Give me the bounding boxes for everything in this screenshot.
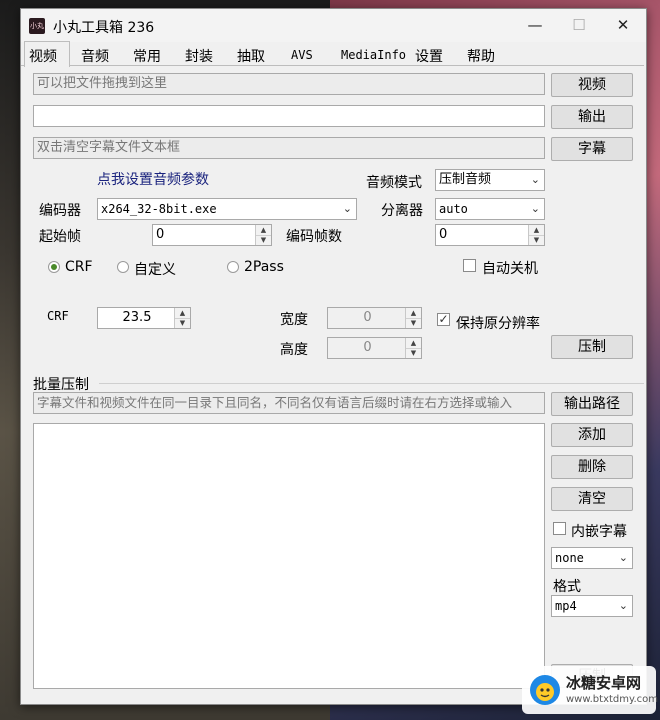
add-button[interactable]: 添加 — [551, 423, 633, 447]
arrow-down-icon[interactable]: ▼ — [529, 235, 544, 245]
demuxer-value: auto — [439, 202, 468, 216]
crf-label: CRF — [47, 309, 69, 323]
batch-subtitle-hint-field[interactable]: 字幕文件和视频文件在同一目录下且同名，不同名仅有语言后缀时请在右方选择或输入 — [33, 392, 545, 414]
chevron-down-icon: ⌄ — [618, 599, 628, 612]
chevron-down-icon: ⌄ — [342, 202, 352, 215]
mode-2pass-radio[interactable] — [227, 261, 239, 273]
encoder-label: 编码器 — [39, 203, 81, 219]
demuxer-select[interactable]: auto ⌄ — [435, 198, 545, 220]
chevron-down-icon: ⌄ — [530, 173, 540, 186]
stepper-buttons: ▲ ▼ — [255, 225, 271, 245]
arrow-down-icon[interactable]: ▼ — [406, 348, 421, 358]
app-icon: 小丸 — [29, 18, 45, 34]
tab-mediainfo[interactable]: MediaInfo — [341, 48, 406, 62]
embed-subtitle-checkbox[interactable] — [553, 522, 566, 535]
format-label: 格式 — [553, 579, 581, 595]
clear-button[interactable]: 清空 — [551, 487, 633, 511]
minimize-icon[interactable]: — — [513, 9, 557, 42]
keep-resolution-label: 保持原分辨率 — [456, 316, 540, 332]
arrow-down-icon[interactable]: ▼ — [175, 318, 190, 328]
subtitle-language-select[interactable]: none ⌄ — [551, 547, 633, 569]
audio-mode-value: 压制音频 — [439, 172, 492, 187]
watermark-url: www.btxtdmy.com — [566, 694, 659, 705]
tab-video[interactable]: 视频 — [29, 46, 57, 66]
mode-custom-radio[interactable] — [117, 261, 129, 273]
embed-subtitle-label: 内嵌字幕 — [571, 524, 627, 540]
encode-button[interactable]: 压制 — [551, 335, 633, 359]
output-file-field[interactable] — [33, 105, 545, 127]
batch-file-list[interactable] — [33, 423, 545, 689]
encode-frames-label: 编码帧数 — [286, 229, 342, 245]
tab-mux[interactable]: 封装 — [185, 46, 213, 66]
height-label: 高度 — [280, 342, 308, 358]
encoder-select[interactable]: x264_32-8bit.exe ⌄ — [97, 198, 357, 220]
start-frame-value: 0 — [156, 227, 165, 242]
tab-settings[interactable]: 设置 — [415, 46, 443, 66]
mode-custom-label: 自定义 — [134, 262, 176, 278]
encoder-value: x264_32-8bit.exe — [101, 202, 217, 216]
output-path-button[interactable]: 输出路径 — [551, 392, 633, 416]
auto-shutdown-label: 自动关机 — [482, 261, 538, 277]
output-button[interactable]: 输出 — [551, 105, 633, 129]
start-frame-label: 起始帧 — [39, 229, 81, 245]
arrow-down-icon[interactable]: ▼ — [406, 318, 421, 328]
start-frame-stepper[interactable]: 0 ▲ ▼ — [152, 224, 272, 246]
tab-extract[interactable]: 抽取 — [237, 46, 265, 66]
encode-frames-stepper[interactable]: 0 ▲ ▼ — [435, 224, 545, 246]
tab-audio[interactable]: 音频 — [81, 46, 109, 66]
maximize-icon[interactable]: ☐ — [557, 9, 601, 42]
video-button[interactable]: 视频 — [551, 73, 633, 97]
tab-bar: 视频 音频 常用 封装 抽取 AVS MediaInfo 设置 帮助 — [21, 43, 646, 65]
audio-mode-select[interactable]: 压制音频 ⌄ — [435, 169, 545, 191]
crf-value: 23.5 — [122, 310, 152, 325]
format-value: mp4 — [555, 599, 577, 613]
title-bar[interactable]: 小丸 小丸工具箱 236 — ☐ ✕ — [21, 9, 646, 42]
window-title: 小丸工具箱 236 — [53, 20, 155, 36]
crf-stepper[interactable]: 23.5 ▲ ▼ — [97, 307, 191, 329]
subtitle-language-value: none — [555, 551, 584, 565]
stepper-buttons: ▲ ▼ — [174, 308, 190, 328]
tab-avs[interactable]: AVS — [291, 48, 313, 62]
batch-divider — [99, 383, 644, 384]
delete-button[interactable]: 删除 — [551, 455, 633, 479]
keep-resolution-checkbox[interactable]: ✓ — [437, 313, 450, 326]
audio-mode-label: 音频模式 — [366, 175, 422, 191]
audio-settings-link[interactable]: 点我设置音频参数 — [97, 169, 209, 189]
stepper-buttons: ▲ ▼ — [405, 308, 421, 328]
mode-crf-radio[interactable] — [48, 261, 60, 273]
watermark-logo-icon — [530, 675, 560, 705]
format-select[interactable]: mp4 ⌄ — [551, 595, 633, 617]
demuxer-label: 分离器 — [381, 203, 423, 219]
tab-help[interactable]: 帮助 — [467, 46, 495, 66]
mode-2pass-label: 2Pass — [244, 259, 284, 275]
watermark-name: 冰糖安卓网 — [566, 674, 642, 692]
width-stepper[interactable]: 0 ▲ ▼ — [327, 307, 422, 329]
height-stepper[interactable]: 0 ▲ ▼ — [327, 337, 422, 359]
watermark: 冰糖安卓网 www.btxtdmy.com — [522, 666, 659, 714]
auto-shutdown-checkbox[interactable] — [463, 259, 476, 272]
video-file-field[interactable]: 可以把文件拖拽到这里 — [33, 73, 545, 95]
chevron-down-icon: ⌄ — [530, 202, 540, 215]
tab-common[interactable]: 常用 — [133, 46, 161, 66]
stepper-buttons: ▲ ▼ — [528, 225, 544, 245]
batch-encode-label: 批量压制 — [33, 377, 89, 393]
width-label: 宽度 — [280, 312, 308, 328]
arrow-down-icon[interactable]: ▼ — [256, 235, 271, 245]
height-value: 0 — [363, 340, 372, 355]
width-value: 0 — [363, 310, 372, 325]
stepper-buttons: ▲ ▼ — [405, 338, 421, 358]
mode-crf-label: CRF — [65, 259, 93, 275]
subtitle-file-field[interactable]: 双击清空字幕文件文本框 — [33, 137, 545, 159]
chevron-down-icon: ⌄ — [618, 551, 628, 564]
encode-frames-value: 0 — [439, 227, 448, 242]
close-icon[interactable]: ✕ — [601, 9, 645, 42]
subtitle-button[interactable]: 字幕 — [551, 137, 633, 161]
app-window: 小丸 小丸工具箱 236 — ☐ ✕ 视频 音频 常用 封装 抽取 AVS Me… — [20, 8, 647, 705]
